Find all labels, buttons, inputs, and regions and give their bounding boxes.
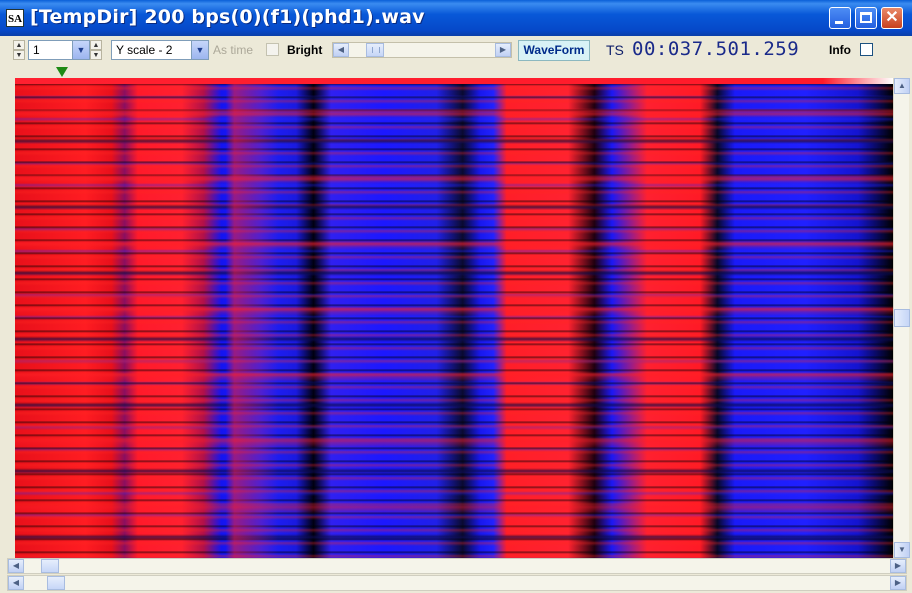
app-icon[interactable]: SA [6,9,24,27]
horizontal-scroll-thumb[interactable] [47,576,65,590]
app-window: SA [TempDir] 200 bps(0)(f1)(phd1).wav ✕ … [0,0,912,593]
channel-spinner-left[interactable]: ▲ ▼ [13,40,25,62]
as-time-label: As time [213,43,254,57]
close-button[interactable]: ✕ [881,7,903,29]
as-time-checkbox[interactable] [266,43,279,56]
right-arrow-icon[interactable]: ▶ [890,576,906,590]
up-arrow-icon[interactable]: ▲ [894,78,910,94]
ts-label: TS [606,42,624,58]
position-marker-icon[interactable] [56,67,68,77]
bright-label: Bright [287,43,323,57]
window-title: [TempDir] 200 bps(0)(f1)(phd1).wav [30,6,425,28]
down-arrow-icon[interactable]: ▼ [13,50,25,60]
timestamp-display: 00:037.501.259 [632,38,800,60]
right-arrow-icon[interactable]: ▶ [890,559,906,573]
channel-select[interactable]: 1 ▼ [28,40,90,60]
vertical-scrollbar[interactable]: ▲ ▼ [893,78,910,558]
spectrogram-image [15,78,893,558]
chevron-down-icon[interactable]: ▼ [72,41,89,59]
minimize-icon [835,21,843,24]
left-arrow-icon[interactable]: ◀ [8,576,24,590]
up-arrow-icon[interactable]: ▲ [13,40,25,50]
down-arrow-icon[interactable]: ▼ [90,50,102,60]
chevron-down-icon[interactable]: ▼ [191,41,208,59]
horizontal-scrollbar-bottom[interactable]: ◀ ▶ [7,575,907,591]
left-arrow-icon[interactable]: ◀ [8,559,24,573]
maximize-icon [860,12,872,23]
down-arrow-icon[interactable]: ▼ [894,542,910,558]
horizontal-scrollbar-top[interactable]: ◀ ▶ [7,558,907,574]
horizontal-scroll-thumb[interactable] [41,559,59,573]
up-arrow-icon[interactable]: ▲ [90,40,102,50]
title-bar[interactable]: SA [TempDir] 200 bps(0)(f1)(phd1).wav ✕ [0,0,912,36]
channel-value: 1 [33,43,40,57]
maximize-button[interactable] [855,7,877,29]
waveform-button[interactable]: WaveForm [518,40,590,61]
yscale-value: Y scale - 2 [116,43,173,57]
channel-spinner-right[interactable]: ▲ ▼ [90,40,102,62]
vertical-scroll-thumb[interactable] [894,309,910,327]
yscale-select[interactable]: Y scale - 2 ▼ [111,40,209,60]
bright-scroll-thumb[interactable] [366,43,384,57]
left-arrow-icon[interactable]: ◀ [333,43,349,57]
bright-scrollbar[interactable]: ◀ ▶ [332,42,512,58]
info-checkbox[interactable] [860,43,873,56]
info-label: Info [829,43,851,57]
minimize-button[interactable] [829,7,851,29]
spectrogram-view[interactable] [15,78,893,558]
right-arrow-icon[interactable]: ▶ [495,43,511,57]
toolbar: ▲ ▼ 1 ▼ ▲ ▼ Y scale - 2 ▼ As time Bright… [4,37,908,64]
close-icon: ✕ [885,9,899,26]
